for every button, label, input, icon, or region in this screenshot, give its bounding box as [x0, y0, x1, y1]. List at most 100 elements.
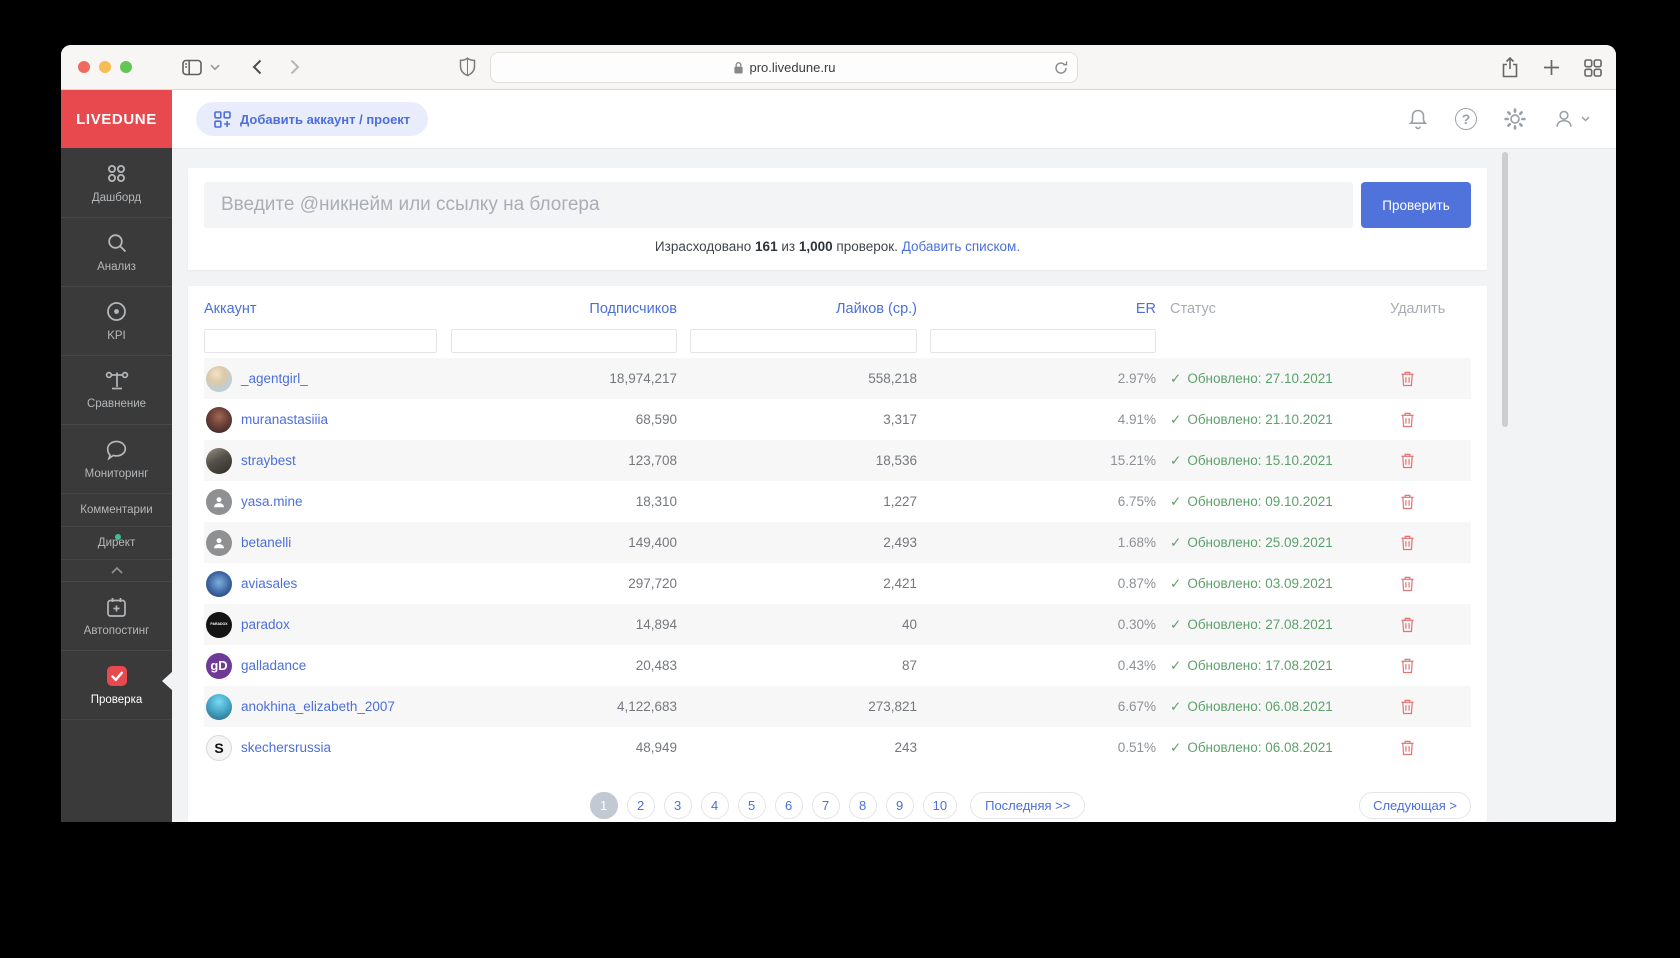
er-value: 0.30% — [1117, 617, 1156, 632]
forward-button[interactable] — [290, 59, 300, 75]
table-header-row: Аккаунт Подписчиков Лайков (ср.) ER Стат… — [204, 294, 1471, 324]
check-mark-icon: ✓ — [1170, 452, 1182, 468]
account-link[interactable]: yasa.mine — [241, 494, 303, 509]
delete-trash-icon[interactable] — [1400, 452, 1415, 469]
delete-trash-icon[interactable] — [1400, 657, 1415, 674]
account-link[interactable]: _agentgirl_ — [241, 371, 308, 386]
chevron-down-icon — [1581, 116, 1590, 122]
pagination: 1 2 3 4 5 6 7 8 9 10 Последняя >> Следую… — [204, 792, 1471, 819]
sidebar-item-kpi[interactable]: KPI — [61, 286, 172, 355]
settings-gear-icon[interactable] — [1504, 108, 1526, 130]
minimize-window-button[interactable] — [99, 61, 111, 73]
sidebar-item-analysis[interactable]: Анализ — [61, 217, 172, 286]
delete-trash-icon[interactable] — [1400, 739, 1415, 756]
sidebar-toggle-icon[interactable] — [182, 59, 202, 76]
avatar — [206, 365, 232, 392]
filter-er-input[interactable] — [930, 329, 1156, 353]
livedune-logo[interactable]: LIVEDUNE — [61, 90, 172, 148]
sidebar-item-monitoring[interactable]: Мониторинг — [61, 424, 172, 493]
address-bar[interactable]: pro.livedune.ru — [490, 52, 1078, 83]
check-button[interactable]: Проверить — [1361, 182, 1471, 228]
chat-bubble-icon — [106, 440, 127, 461]
table-filter-row — [204, 324, 1471, 358]
page-button-1[interactable]: 1 — [589, 792, 618, 819]
sidebar-item-direct[interactable]: Директ — [61, 526, 172, 559]
sidebar-item-autoposting[interactable]: Автопостинг — [61, 581, 172, 650]
sidebar-item-comparison[interactable]: Сравнение — [61, 355, 172, 424]
check-mark-icon: ✓ — [1170, 698, 1182, 714]
help-icon[interactable]: ? — [1455, 108, 1477, 130]
account-link[interactable]: muranastasiiia — [241, 412, 328, 427]
followers-value: 297,720 — [628, 576, 677, 591]
column-header-delete: Удалить — [1390, 301, 1446, 317]
new-tab-icon[interactable] — [1543, 59, 1560, 76]
last-page-button[interactable]: Последняя >> — [970, 792, 1086, 819]
column-header-er[interactable]: ER — [917, 301, 1156, 317]
help-glyph: ? — [1461, 111, 1471, 127]
avatar: PARADOX — [206, 611, 232, 638]
status-text: Обновлено: 21.10.2021 — [1187, 412, 1333, 427]
page-button-7[interactable]: 7 — [811, 792, 840, 819]
check-mark-icon: ✓ — [1170, 534, 1182, 550]
account-link[interactable]: anokhina_elizabeth_2007 — [241, 699, 395, 714]
column-header-followers[interactable]: Подписчиков — [444, 301, 677, 317]
delete-trash-icon[interactable] — [1400, 534, 1415, 551]
filter-likes-input[interactable] — [690, 329, 917, 353]
reload-icon[interactable] — [1054, 60, 1068, 79]
add-by-list-link[interactable]: Добавить списком. — [902, 239, 1020, 254]
share-icon[interactable] — [1501, 57, 1519, 78]
zoom-window-button[interactable] — [120, 61, 132, 73]
tab-overview-icon[interactable] — [1584, 58, 1602, 77]
sidebar-item-check[interactable]: Проверка — [61, 650, 173, 719]
table-body: _agentgirl_ 18,974,217 558,218 2.97% ✓ Об… — [204, 358, 1471, 768]
notifications-bell-icon[interactable] — [1408, 108, 1428, 130]
filter-account-input[interactable] — [204, 329, 437, 353]
page-button-5[interactable]: 5 — [737, 792, 766, 819]
column-header-likes[interactable]: Лайков (ср.) — [677, 301, 917, 317]
back-button[interactable] — [252, 59, 262, 75]
page-button-3[interactable]: 3 — [663, 792, 692, 819]
page-button-9[interactable]: 9 — [885, 792, 914, 819]
add-account-label: Добавить аккаунт / проект — [240, 111, 411, 127]
account-link[interactable]: aviasales — [241, 576, 297, 591]
privacy-shield-icon[interactable] — [459, 57, 476, 82]
add-account-button[interactable]: Добавить аккаунт / проект — [196, 102, 429, 136]
app-header: Добавить аккаунт / проект ? — [172, 90, 1616, 148]
sidebar-label: Дашборд — [91, 191, 142, 204]
page-button-6[interactable]: 6 — [774, 792, 803, 819]
checker-search-card: Проверить Израсходовано 161 из 1,000 про… — [188, 168, 1487, 270]
account-link[interactable]: galladance — [241, 658, 306, 673]
page-scrollbar[interactable] — [1502, 152, 1508, 427]
main-area: Добавить аккаунт / проект ? Введите @ник… — [172, 90, 1616, 822]
check-mark-icon: ✓ — [1170, 575, 1182, 591]
account-link[interactable]: betanelli — [241, 535, 291, 550]
delete-trash-icon[interactable] — [1400, 698, 1415, 715]
sidebar-item-dashboard[interactable]: Дашборд — [61, 148, 172, 217]
user-profile-icon[interactable] — [1553, 108, 1590, 130]
account-link[interactable]: paradox — [241, 617, 290, 632]
filter-followers-input[interactable] — [451, 329, 677, 353]
account-link[interactable]: skechersrussia — [241, 740, 331, 755]
page-button-2[interactable]: 2 — [626, 792, 655, 819]
column-header-account[interactable]: Аккаунт — [204, 301, 444, 317]
check-mark-icon: ✓ — [1170, 739, 1182, 755]
chevron-down-icon[interactable] — [210, 64, 220, 71]
delete-trash-icon[interactable] — [1400, 616, 1415, 633]
page-button-4[interactable]: 4 — [700, 792, 729, 819]
status-text: Обновлено: 09.10.2021 — [1187, 494, 1333, 509]
delete-trash-icon[interactable] — [1400, 411, 1415, 428]
blogger-search-input[interactable] — [204, 182, 1353, 228]
followers-value: 14,894 — [635, 617, 677, 632]
delete-trash-icon[interactable] — [1400, 493, 1415, 510]
monitoring-collapse-chevron[interactable] — [61, 559, 172, 581]
page-button-8[interactable]: 8 — [848, 792, 877, 819]
account-link[interactable]: straybest — [241, 453, 296, 468]
delete-trash-icon[interactable] — [1400, 370, 1415, 387]
delete-trash-icon[interactable] — [1400, 575, 1415, 592]
page-button-10[interactable]: 10 — [922, 792, 958, 819]
status-text: Обновлено: 06.08.2021 — [1187, 740, 1333, 755]
sidebar-label: Проверка — [90, 693, 143, 706]
close-window-button[interactable] — [78, 61, 90, 73]
sidebar-item-comments[interactable]: Комментарии — [61, 493, 172, 526]
next-page-button[interactable]: Следующая > — [1359, 792, 1471, 819]
